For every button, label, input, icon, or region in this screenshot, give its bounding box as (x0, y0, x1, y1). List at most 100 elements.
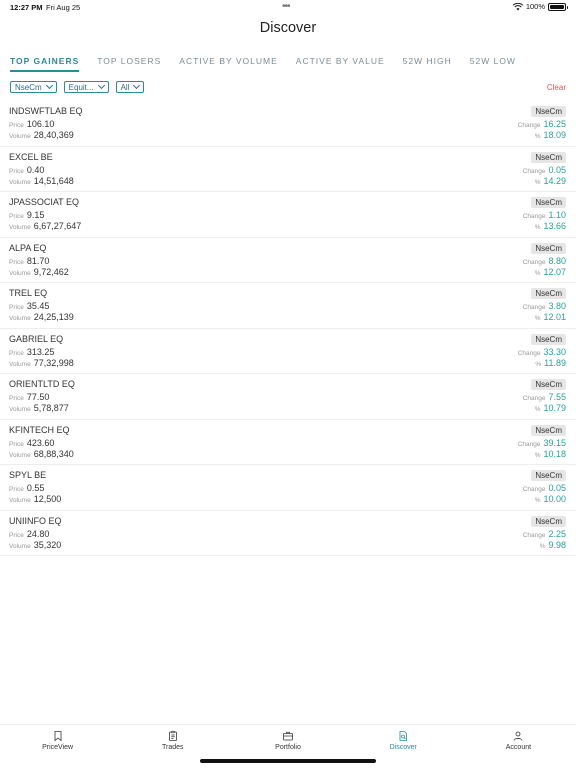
nav-portfolio-label: Portfolio (275, 744, 301, 751)
change-label: Change (522, 167, 546, 175)
change-line: Change 8.80 (523, 256, 566, 266)
percent-line: % 11.89 (535, 358, 566, 368)
clipboard-icon (168, 730, 177, 741)
group-filter-value: All (120, 82, 130, 92)
person-icon (514, 731, 523, 741)
stock-row[interactable]: GABRIEL EQ Price 313.25 Volume 77,32,998 N… (0, 329, 576, 374)
change-value: 0.05 (548, 164, 566, 175)
percent-label: % (534, 133, 541, 140)
price-label: Price (9, 304, 24, 311)
stock-row[interactable]: INDSWFTLAB EQ Price 106.10 Volume 28,40,36… (0, 101, 576, 147)
change-value: 8.80 (548, 255, 566, 266)
percent-label: % (539, 542, 546, 550)
price-label: Price (9, 531, 24, 539)
segment-filter-dropdown[interactable]: Equit... (63, 81, 109, 93)
price-label: Price (9, 213, 24, 220)
volume-label: Volume (9, 133, 31, 140)
percent-label: % (534, 224, 541, 231)
change-label: Change (517, 349, 541, 357)
price-label: Price (9, 486, 24, 493)
exchange-badge: NseCm (531, 379, 566, 390)
stock-name: ORIENTLTD EQ (9, 379, 75, 389)
multitasking-dots-icon[interactable]: ••• (282, 1, 290, 12)
stock-row[interactable]: TREL EQ Price 35.45 Volume 24,25,139 NseCm… (0, 283, 576, 329)
stock-name: KFINTECH EQ (9, 424, 70, 435)
status-time: 12:27 PM (10, 3, 43, 12)
change-line: Change 2.25 (523, 529, 566, 539)
volume-line: Volume 12,500 (9, 494, 61, 504)
status-right: 100% (512, 2, 568, 11)
stock-row[interactable]: JPASSOCIAT EQ Price 9.15 Volume 6,67,27,64… (0, 192, 576, 238)
percent-line: % 9.98 (540, 540, 566, 550)
change-label: Change (522, 395, 546, 402)
volume-line: Volume 24,25,139 (9, 312, 74, 322)
price-line: Price 24.80 (9, 529, 49, 539)
price-label: Price (9, 395, 24, 402)
percent-value: 12.07 (543, 266, 566, 277)
volume-value: 6,67,27,647 (33, 221, 82, 231)
price-label: Price (9, 440, 24, 448)
change-line: Change 16.25 (518, 119, 566, 129)
percent-line: % 12.01 (535, 312, 566, 322)
tab-top-losers[interactable]: TOP LOSERS (97, 56, 161, 72)
stock-row[interactable]: ORIENTLTD EQ Price 77.50 Volume 5,78,877 N… (0, 374, 576, 420)
price-value: 106.10 (26, 119, 55, 129)
percent-value: 10.79 (543, 403, 566, 413)
volume-line: Volume 6,67,27,647 (9, 221, 81, 231)
stock-row[interactable]: SPYL BE Price 0.55 Volume 12,500 NseCm Cha… (0, 465, 576, 511)
volume-value: 5,78,877 (33, 403, 69, 413)
volume-value: 9,72,462 (33, 266, 69, 277)
percent-value: 14.29 (543, 175, 566, 186)
volume-value: 14,51,648 (33, 175, 74, 186)
stock-name: JPASSOCIAT EQ (9, 197, 80, 207)
stock-row[interactable]: KFINTECH EQ Price 423.60 Volume 68,88,340 … (0, 420, 576, 465)
nav-account[interactable]: Account (461, 725, 576, 768)
nav-priceview[interactable]: PriceView (0, 725, 115, 768)
volume-value: 28,40,369 (33, 130, 74, 140)
battery-icon (548, 2, 568, 11)
change-value: 0.05 (548, 483, 566, 493)
price-line: Price 313.25 (9, 347, 54, 357)
exchange-badge: NseCm (531, 106, 566, 117)
price-value: 9.15 (26, 210, 45, 220)
percent-label: % (534, 269, 541, 277)
change-line: Change 33.30 (518, 347, 566, 357)
change-value: 1.10 (548, 210, 566, 220)
price-line: Price 106.10 (9, 119, 54, 129)
price-value: 0.55 (26, 483, 45, 493)
segment-filter-value: Equit... (68, 82, 94, 92)
volume-label: Volume (9, 178, 31, 186)
price-line: Price 9.15 (9, 210, 44, 220)
change-line: Change 0.05 (523, 165, 566, 175)
tab-active-by-volume[interactable]: ACTIVE BY VOLUME (179, 56, 278, 72)
percent-label: % (534, 451, 541, 459)
change-label: Change (522, 486, 546, 493)
change-line: Change 39.15 (518, 438, 566, 448)
price-line: Price 0.40 (9, 165, 44, 175)
stock-row[interactable]: UNIINFO EQ Price 24.80 Volume 35,320 NseCm… (0, 511, 576, 556)
stock-row[interactable]: ALPA EQ Price 81.70 Volume 9,72,462 NseCm … (0, 238, 576, 283)
change-line: Change 0.05 (523, 483, 566, 493)
volume-label: Volume (9, 451, 31, 459)
home-indicator (200, 759, 376, 763)
group-filter-dropdown[interactable]: All (115, 81, 145, 93)
exchange-badge: NseCm (531, 197, 566, 208)
price-label: Price (9, 122, 24, 129)
volume-label: Volume (9, 542, 31, 550)
tab-top-gainers[interactable]: TOP GAINERS (10, 56, 80, 72)
stock-row[interactable]: EXCEL BE Price 0.40 Volume 14,51,648 NseCm… (0, 147, 576, 192)
tab-active-by-value[interactable]: ACTIVE BY VALUE (296, 56, 385, 72)
tab-52w-high[interactable]: 52W HIGH (403, 56, 452, 72)
volume-line: Volume 9,72,462 (9, 267, 69, 277)
percent-value: 13.66 (543, 221, 566, 231)
nav-discover-label: Discover (389, 744, 417, 751)
change-value: 7.55 (548, 392, 566, 402)
price-line: Price 0.55 (9, 483, 44, 493)
percent-line: % 10.18 (535, 449, 566, 459)
discover-icon (399, 731, 408, 741)
exchange-filter-dropdown[interactable]: NseCm (10, 81, 57, 93)
clear-filters-button[interactable]: Clear (547, 83, 566, 92)
volume-label: Volume (9, 315, 31, 322)
tab-52w-low[interactable]: 52W LOW (470, 56, 516, 72)
exchange-badge: NseCm (531, 151, 566, 163)
